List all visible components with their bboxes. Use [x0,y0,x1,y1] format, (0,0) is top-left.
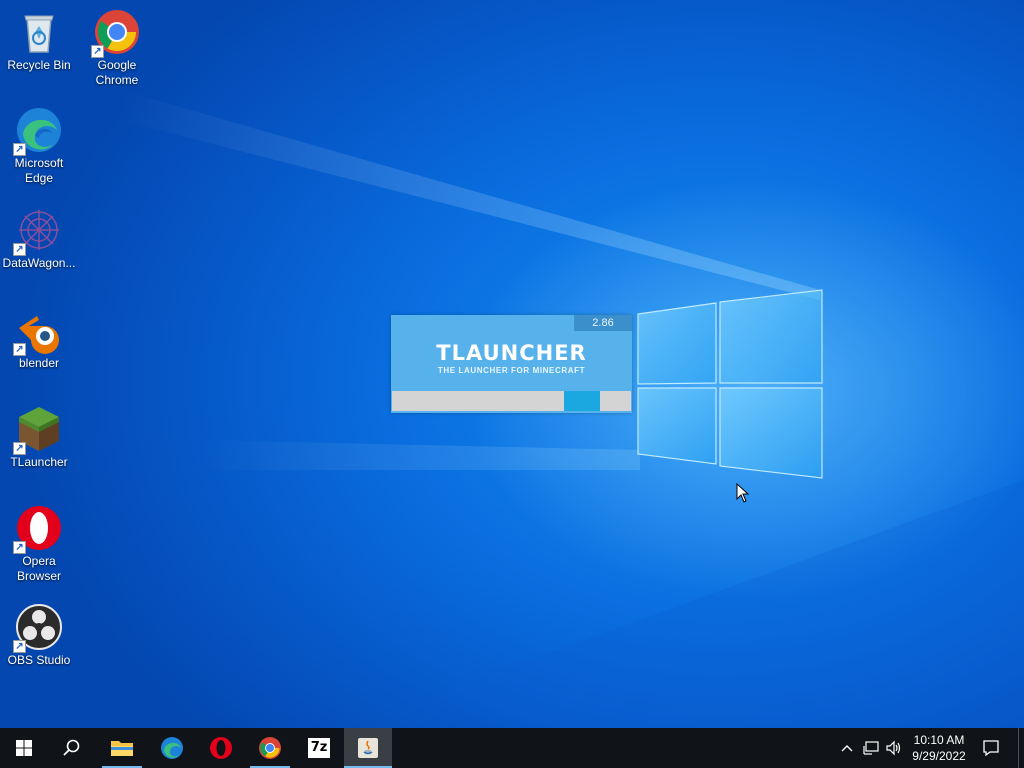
opera-icon [210,737,232,759]
blender-icon: ↗ [13,306,63,356]
launcher-title: TLAUNCHER [436,341,587,365]
recycle-bin-icon [15,8,63,56]
desktop-icon-tlauncher[interactable]: ↗ TLauncher [0,405,78,470]
desktop-icon-label: OBS Studio [7,653,71,667]
desktop-icon-blender[interactable]: ↗ blender [0,306,78,371]
desktop-icon-obs-studio[interactable]: ↗ OBS Studio [0,603,78,668]
desktop-icon-label: Opera Browser [16,554,61,583]
desktop-icon-label: Recycle Bin [7,58,71,72]
shortcut-arrow-icon: ↗ [13,343,26,356]
taskbar: 7z 10:10 AM 9/29/2022 [0,728,1024,768]
search-button[interactable] [48,728,96,768]
7zip-taskbar-button[interactable]: 7z [295,728,343,768]
desktop-icon-datawagon[interactable]: ↗ DataWagon... [0,206,78,271]
desktop-icon-label: blender [18,356,60,370]
windows-wallpaper-logo [637,289,823,479]
action-center-button[interactable] [976,728,1006,768]
desktop-icon-label: TLauncher [10,455,68,469]
desktop-icon-google-chrome[interactable]: ↗ Google Chrome [78,8,156,88]
clock-date: 9/29/2022 [912,749,966,763]
java-taskbar-button[interactable] [344,728,392,768]
edge-icon [161,737,183,759]
edge-icon: ↗ [13,106,63,156]
desktop-icon-label: DataWagon... [2,256,76,270]
start-button[interactable] [0,728,48,768]
windows-logo-icon [16,740,32,756]
shortcut-arrow-icon: ↗ [91,45,104,58]
folder-icon [111,741,133,756]
opera-icon: ↗ [13,504,63,554]
chevron-up-icon [841,745,853,752]
taskbar-clock[interactable]: 10:10 AM 9/29/2022 [905,732,973,764]
clock-time: 10:10 AM [913,733,965,747]
datawagon-icon: ↗ [13,206,63,256]
minecraft-grass-block-icon: ↗ [13,405,63,455]
desktop[interactable]: Recycle Bin ↗ Google Chrome ↗ Microsoft … [0,0,1024,728]
desktop-icon-label: Google Chrome [95,58,139,87]
opera-taskbar-button[interactable] [197,728,245,768]
edge-taskbar-button[interactable] [148,728,196,768]
volume-tray-button[interactable] [883,728,905,768]
obs-icon: ↗ [13,603,63,653]
desktop-icon-label: Microsoft Edge [14,156,64,185]
desktop-icon-microsoft-edge[interactable]: ↗ Microsoft Edge [0,106,78,186]
shortcut-arrow-icon: ↗ [13,243,26,256]
desktop-icon-recycle-bin[interactable]: Recycle Bin [0,8,78,73]
tlauncher-splash-window: 2.86 TLAUNCHER THE LAUNCHER FOR MINECRAF… [391,315,632,413]
launcher-subtitle: THE LAUNCHER FOR MINECRAFT [437,366,586,375]
network-icon [863,741,879,755]
file-explorer-button[interactable] [98,728,146,768]
java-icon [358,738,378,758]
chrome-taskbar-button[interactable] [246,728,294,768]
shortcut-arrow-icon: ↗ [13,541,26,554]
chrome-icon: ↗ [91,8,141,58]
shortcut-arrow-icon: ↗ [13,143,26,156]
shortcut-arrow-icon: ↗ [13,640,26,653]
launcher-version: 2.86 [574,315,632,331]
7zip-icon: 7z [308,738,330,758]
show-desktop-button[interactable] [1018,728,1024,768]
chrome-icon [259,737,281,759]
mouse-cursor-icon [736,483,750,503]
network-tray-button[interactable] [860,728,882,768]
notification-icon [983,740,999,757]
desktop-icon-opera-browser[interactable]: ↗ Opera Browser [0,504,78,584]
speaker-icon [886,740,901,756]
search-icon [63,739,80,756]
loading-progress-indicator [564,391,600,411]
show-hidden-icons-button[interactable] [838,728,856,768]
shortcut-arrow-icon: ↗ [13,442,26,455]
loading-progress-bar [392,391,631,411]
